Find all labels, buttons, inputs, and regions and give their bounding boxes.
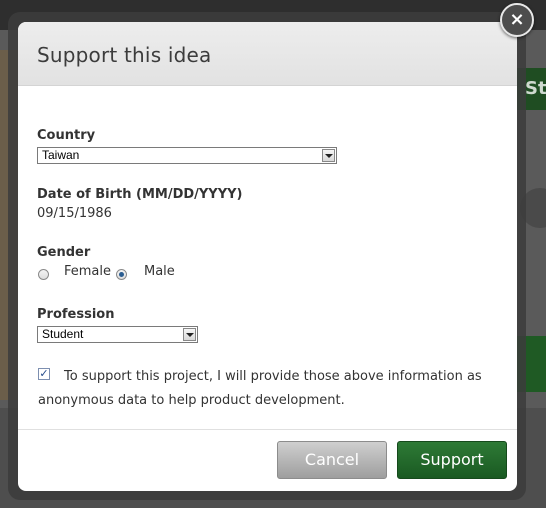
- country-selected-value: Taiwan: [42, 148, 80, 162]
- gender-radio-male[interactable]: [116, 269, 127, 280]
- profession-select[interactable]: Student: [37, 326, 198, 343]
- cancel-button[interactable]: Cancel: [277, 441, 387, 479]
- dob-label: Date of Birth (MM/DD/YYYY): [37, 187, 243, 202]
- background-button-label: St: [525, 78, 546, 99]
- gender-option-female[interactable]: Female: [64, 264, 111, 279]
- dob-value[interactable]: 09/15/1986: [37, 206, 112, 221]
- chevron-down-icon[interactable]: [322, 149, 335, 162]
- dialog-header: Support this idea: [18, 22, 517, 86]
- gender-label: Gender: [37, 245, 91, 260]
- country-select[interactable]: Taiwan: [37, 147, 337, 164]
- profession-selected-value: Student: [42, 327, 84, 341]
- footer-divider: [18, 429, 517, 430]
- country-label: Country: [37, 128, 96, 143]
- support-dialog: Support this idea Country Taiwan Date of…: [18, 22, 517, 491]
- support-button[interactable]: Support: [397, 441, 507, 479]
- gender-option-male[interactable]: Male: [144, 264, 175, 279]
- profession-label: Profession: [37, 307, 115, 322]
- close-icon: ×: [509, 9, 525, 30]
- consent-text-body: To support this project, I will provide …: [38, 369, 482, 408]
- chevron-down-icon[interactable]: [183, 328, 196, 341]
- consent-text: To support this project, I will provide …: [38, 365, 504, 413]
- close-button[interactable]: ×: [500, 3, 534, 37]
- gender-radio-female[interactable]: [38, 269, 49, 280]
- dialog-title: Support this idea: [37, 43, 212, 67]
